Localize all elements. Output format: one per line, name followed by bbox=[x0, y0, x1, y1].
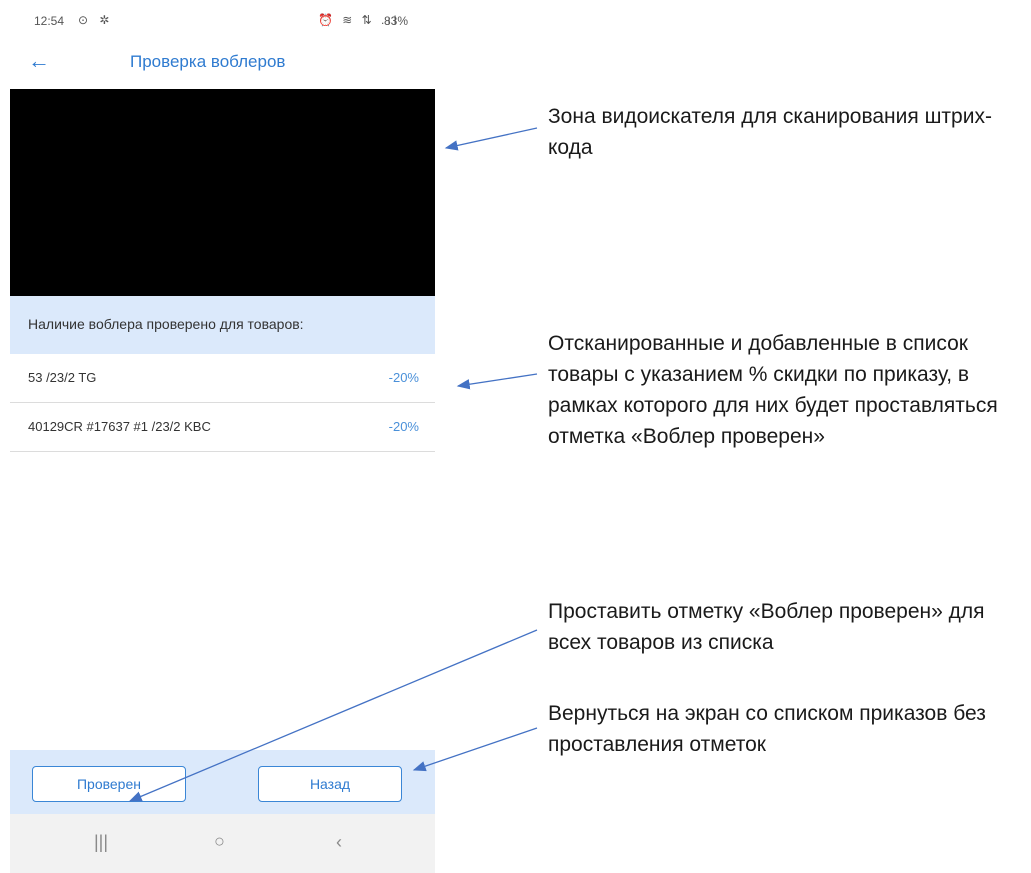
item-code: 53 /23/2 TG bbox=[28, 370, 97, 385]
bottom-button-panel: Проверен Назад bbox=[10, 750, 435, 814]
back-arrow-icon[interactable]: ← bbox=[28, 48, 50, 74]
status-time: 12:54 bbox=[34, 14, 65, 28]
back-button[interactable]: Назад bbox=[258, 766, 402, 802]
barcode-viewfinder[interactable] bbox=[10, 89, 435, 296]
item-discount: -20% bbox=[388, 419, 419, 434]
annotation-back-button: Вернуться на экран со списком приказов б… bbox=[548, 702, 986, 756]
item-code: 40129CR #17637 #1 /23/2 KBC bbox=[28, 419, 211, 434]
checked-button[interactable]: Проверен bbox=[32, 766, 186, 802]
status-bar: 12:54 ⊙ ✲ ⏰ ≋ ⇅ .ıl 83% bbox=[10, 0, 435, 36]
item-discount: -20% bbox=[388, 370, 419, 385]
list-header-label: Наличие воблера проверено для товаров: bbox=[28, 316, 304, 332]
phone-screen: 12:54 ⊙ ✲ ⏰ ≋ ⇅ .ıl 83% ← Проверка вобле… bbox=[10, 0, 435, 873]
annotation-list: Отсканированные и добавленные в список т… bbox=[548, 332, 998, 448]
system-back-icon[interactable]: ‹ bbox=[336, 832, 342, 853]
battery-level: 83% bbox=[384, 14, 409, 28]
home-icon[interactable]: ○ bbox=[214, 831, 225, 852]
list-item[interactable]: 40129CR #17637 #1 /23/2 KBC -20% bbox=[10, 403, 435, 452]
arrow-list bbox=[456, 373, 538, 390]
system-nav-bar: ||| ○ ‹ bbox=[10, 814, 435, 873]
annotation-viewfinder: Зона видоискателя для сканирования штрих… bbox=[548, 105, 992, 159]
recent-apps-icon[interactable]: ||| bbox=[94, 832, 108, 853]
arrow-viewfinder bbox=[444, 127, 538, 151]
app-bar: ← Проверка воблеров bbox=[10, 44, 435, 80]
status-notification-icons: ⊙ ✲ bbox=[78, 13, 114, 27]
annotation-checked-button: Проставить отметку «Воблер проверен» для… bbox=[548, 600, 985, 654]
list-item[interactable]: 53 /23/2 TG -20% bbox=[10, 354, 435, 403]
page-title: Проверка воблеров bbox=[130, 52, 286, 71]
list-header: Наличие воблера проверено для товаров: bbox=[10, 296, 435, 354]
